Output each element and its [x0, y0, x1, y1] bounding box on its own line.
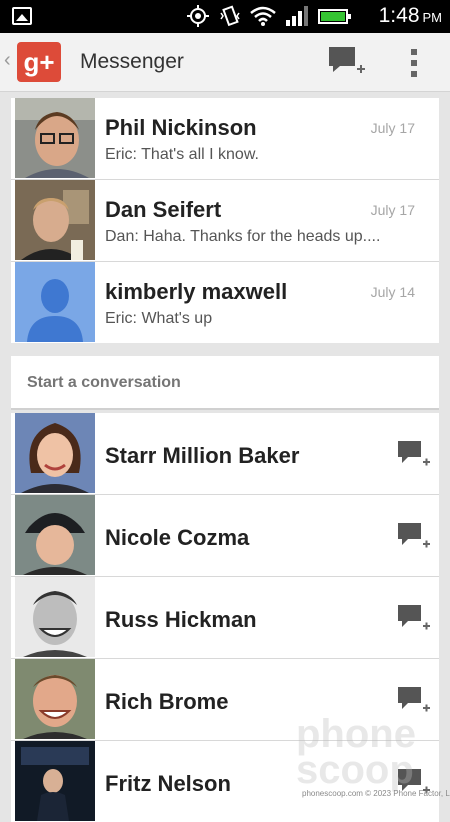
- start-chat-icon[interactable]: [397, 522, 431, 554]
- status-time: 1:48 PM: [378, 4, 442, 27]
- contact-row[interactable]: Starr Million Baker: [11, 413, 439, 495]
- start-chat-icon[interactable]: [397, 604, 431, 636]
- contact-row[interactable]: Russ Hickman: [11, 577, 439, 659]
- conversation-list: Phil Nickinson July 17 Eric: That's all …: [11, 98, 439, 343]
- section-label: Start a conversation: [27, 374, 181, 391]
- message-snippet: Eric: What's up: [105, 310, 213, 327]
- avatar: [15, 180, 95, 260]
- contact-name: Fritz Nelson: [105, 771, 231, 796]
- battery-icon: [318, 8, 351, 24]
- contact-name: Phil Nickinson: [105, 115, 257, 140]
- contact-name: Rich Brome: [105, 689, 229, 714]
- vibrate-icon: [220, 5, 240, 27]
- app-title: Messenger: [80, 50, 184, 73]
- message-snippet: Dan: Haha. Thanks for the heads up....: [105, 228, 381, 245]
- image-icon: [12, 7, 32, 25]
- signal-icon: [286, 6, 308, 26]
- watermark: phone scoop: [296, 712, 416, 792]
- app-bar: ‹ g+ Messenger: [0, 33, 450, 92]
- message-date: July 14: [370, 284, 415, 300]
- conversation-row[interactable]: kimberly maxwell July 14 Eric: What's up: [11, 262, 439, 343]
- avatar: [15, 659, 95, 739]
- default-avatar-icon: [15, 262, 95, 342]
- google-plus-logo[interactable]: g+: [17, 42, 61, 82]
- contact-name: Dan Seifert: [105, 197, 222, 222]
- overflow-menu-button[interactable]: [402, 45, 426, 81]
- status-icons: [186, 5, 351, 27]
- conversation-row[interactable]: Phil Nickinson July 17 Eric: That's all …: [11, 98, 439, 180]
- message-date: July 17: [370, 120, 415, 136]
- message-date: July 17: [370, 202, 415, 218]
- conversation-row[interactable]: Dan Seifert July 17 Dan: Haha. Thanks fo…: [11, 180, 439, 262]
- new-message-icon: [329, 47, 365, 73]
- target-icon: [187, 5, 209, 27]
- new-conversation-button[interactable]: [326, 45, 366, 81]
- wifi-icon: [250, 6, 276, 26]
- back-chevron-icon[interactable]: ‹: [4, 50, 14, 70]
- status-bar: 1:48 PM: [0, 0, 450, 33]
- start-chat-icon[interactable]: [397, 440, 431, 472]
- avatar: [15, 98, 95, 178]
- footer-credit: phonescoop.com © 2023 Phone Factor, LLC: [302, 789, 450, 798]
- contact-row[interactable]: Nicole Cozma: [11, 495, 439, 577]
- avatar: [15, 413, 95, 493]
- contact-name: kimberly maxwell: [105, 279, 288, 304]
- contact-name: Russ Hickman: [105, 607, 257, 632]
- contact-name: Nicole Cozma: [105, 525, 250, 550]
- message-snippet: Eric: That's all I know.: [105, 146, 259, 163]
- start-conversation-header: Start a conversation: [11, 356, 439, 410]
- avatar: [15, 495, 95, 575]
- avatar: [15, 741, 95, 821]
- avatar: [15, 577, 95, 657]
- contact-name: Starr Million Baker: [105, 443, 300, 468]
